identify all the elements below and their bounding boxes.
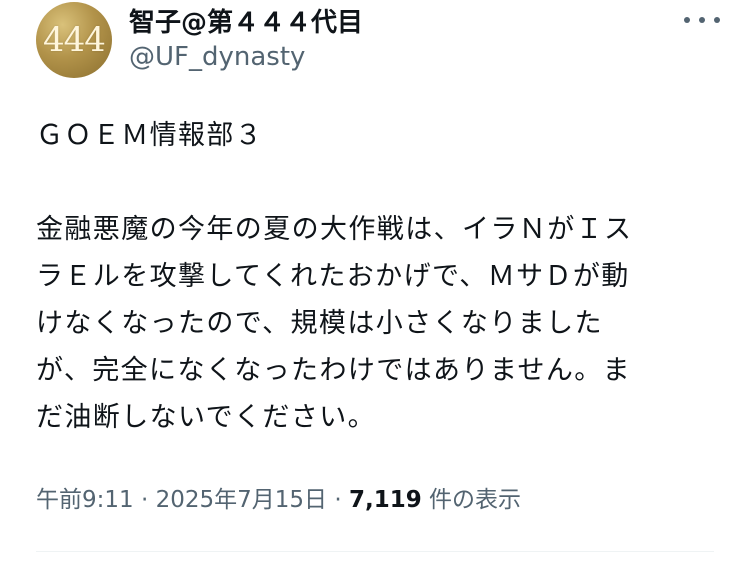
tweet-text-line: ラＥルを攻撃してくれたおかげで、ＭサＤが動 <box>36 261 630 292</box>
divider <box>36 551 714 552</box>
tweet-header: 444 智子@第４４４代目 @UF_dynasty <box>36 0 726 80</box>
tweet-text-line: ＧＯＥＭ情報部３ <box>36 120 264 151</box>
user-handle[interactable]: @UF_dynasty <box>129 42 305 72</box>
tweet-time[interactable]: 午前9:11 <box>36 487 134 513</box>
meta-separator: · <box>133 487 156 513</box>
ellipsis-icon <box>699 17 705 23</box>
tweet-text-line: だ油断しないでください。 <box>36 402 376 433</box>
tweet-text-line: けなくなったので、規模は小さくなりました <box>36 308 603 339</box>
tweet-text-line: 金融悪魔の今年の夏の大作戦は、イラＮがＩス <box>36 214 633 245</box>
tweet-date[interactable]: 2025年7月15日 <box>156 487 327 513</box>
ellipsis-icon <box>714 17 720 23</box>
display-name[interactable]: 智子@第４４４代目 <box>129 2 363 39</box>
tweet-text: ＧＯＥＭ情報部３ 金融悪魔の今年の夏の大作戦は、イラＮがＩス ラＥルを攻撃してく… <box>36 112 716 441</box>
avatar[interactable]: 444 <box>36 2 112 78</box>
more-options-button[interactable] <box>684 8 720 32</box>
views-label: 件の表示 <box>421 487 522 513</box>
tweet-text-line: が、完全になくなったわけではありません。ま <box>36 355 632 386</box>
avatar-text: 444 <box>43 20 106 60</box>
views-count[interactable]: 7,119 <box>349 487 422 513</box>
ellipsis-icon <box>684 17 690 23</box>
meta-separator: · <box>327 487 349 513</box>
tweet-meta: 午前9:11 · 2025年7月15日 · 7,119 件の表示 <box>36 480 521 514</box>
